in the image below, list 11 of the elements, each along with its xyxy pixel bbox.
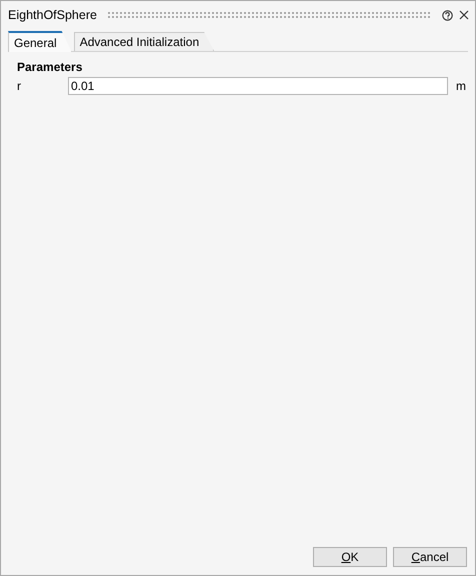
- tab[interactable]: General: [8, 31, 72, 52]
- window-title: EighthOfSphere: [8, 8, 97, 22]
- help-icon[interactable]: [442, 10, 453, 20]
- section-title: Parameters: [17, 60, 84, 74]
- ok-button[interactable]: OK: [313, 547, 387, 567]
- input-field[interactable]: 0.01: [68, 77, 448, 95]
- field-label: r: [17, 79, 22, 93]
- unit-label: m: [455, 79, 466, 93]
- cancel-button[interactable]: Cancel: [393, 547, 467, 567]
- tab[interactable]: Advanced Initialization: [74, 32, 214, 51]
- close-icon[interactable]: [459, 10, 469, 20]
